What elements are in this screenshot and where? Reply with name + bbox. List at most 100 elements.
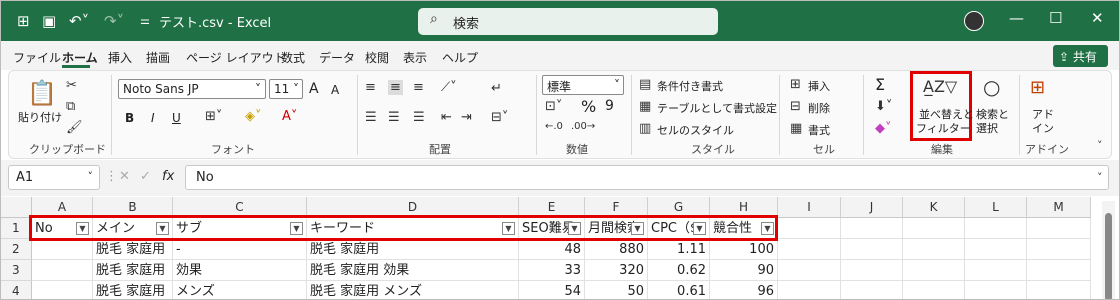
table-cell[interactable]: メンズ	[173, 281, 307, 299]
cell-styles-button[interactable]: セルのスタイル	[657, 122, 734, 138]
cut-icon[interactable]: ✂	[66, 78, 77, 93]
insert-cells-button[interactable]: 挿入	[808, 78, 830, 94]
align-right-icon[interactable]: ☰	[413, 110, 425, 125]
row-header[interactable]: 4	[1, 281, 32, 299]
table-cell[interactable]	[841, 260, 903, 281]
formula-input[interactable]: No	[185, 165, 1109, 190]
tab-insert[interactable]: 挿入	[108, 49, 132, 66]
paste-icon[interactable]: 📋	[27, 79, 57, 107]
increase-indent-icon[interactable]: ⇥	[461, 110, 472, 125]
align-top-icon[interactable]: ≡	[365, 80, 376, 95]
search-box[interactable]: ⌕ 検索	[418, 8, 718, 35]
table-cell[interactable]	[778, 260, 841, 281]
tab-view[interactable]: 表示	[403, 49, 427, 66]
merge-center-icon[interactable]: ⊟˅	[491, 110, 508, 125]
expand-formula-icon[interactable]: ˅	[1097, 171, 1103, 184]
close-button[interactable]: ✕	[1091, 9, 1104, 27]
table-cell[interactable]	[965, 260, 1027, 281]
table-cell[interactable]: 脱毛 家庭用	[93, 281, 173, 299]
paste-button[interactable]: 貼り付け	[18, 109, 62, 125]
undo-icon[interactable]: ↶˅	[69, 11, 89, 31]
row-header[interactable]: 2	[1, 239, 32, 260]
table-cell[interactable]: 880	[585, 239, 648, 260]
table-cell[interactable]	[32, 281, 93, 299]
table-cell[interactable]: 脱毛 家庭用 メンズ	[307, 281, 519, 299]
column-header[interactable]: I	[778, 197, 841, 218]
table-cell[interactable]: 100	[710, 239, 778, 260]
border-icon[interactable]: ⊞˅	[205, 109, 222, 124]
table-cell[interactable]	[965, 239, 1027, 260]
table-cell[interactable]	[965, 281, 1027, 299]
share-button[interactable]: ⇪ 共有	[1053, 45, 1108, 67]
tab-help[interactable]: ヘルプ	[442, 49, 478, 66]
table-header-cell[interactable]	[903, 218, 965, 239]
table-header-cell[interactable]	[965, 218, 1027, 239]
table-cell[interactable]	[32, 260, 93, 281]
grow-font-button[interactable]: A	[309, 81, 319, 97]
column-header[interactable]: L	[965, 197, 1027, 218]
vertical-scrollbar-thumb[interactable]	[1105, 213, 1112, 299]
find-select-label-line2[interactable]: 選択	[976, 120, 998, 136]
copy-icon[interactable]: ⧉	[66, 99, 75, 114]
cancel-icon[interactable]: ✕	[119, 169, 130, 184]
clear-icon[interactable]: ◆˅	[875, 121, 892, 136]
align-left-icon[interactable]: ☰	[365, 110, 377, 125]
tab-data[interactable]: データ	[319, 49, 355, 66]
table-cell[interactable]	[841, 239, 903, 260]
table-cell[interactable]: 48	[519, 239, 585, 260]
align-center-icon[interactable]: ☰	[388, 110, 400, 125]
save-icon[interactable]: ▣	[42, 11, 56, 31]
fill-color-icon[interactable]: ◈˅	[245, 109, 262, 124]
quick-access-customize-icon[interactable]: ⚌	[140, 11, 150, 31]
align-bottom-icon[interactable]: ≡	[413, 80, 424, 95]
font-size-select[interactable]: 11 ˅	[269, 79, 303, 99]
font-name-select[interactable]: Noto Sans JP ˅	[118, 79, 266, 99]
italic-button[interactable]: I	[151, 111, 155, 125]
tab-draw[interactable]: 描画	[146, 49, 170, 66]
table-cell[interactable]	[841, 281, 903, 299]
row-header[interactable]: 3	[1, 260, 32, 281]
table-cell[interactable]	[903, 281, 965, 299]
decrease-decimal-icon[interactable]: .00→	[571, 121, 595, 132]
orientation-icon[interactable]: ⟋˅	[441, 80, 457, 95]
table-cell[interactable]: 0.62	[648, 260, 710, 281]
increase-decimal-icon[interactable]: ←.0	[545, 121, 563, 132]
table-header-cell[interactable]	[841, 218, 903, 239]
name-box[interactable]: A1 ˅	[8, 165, 100, 190]
table-cell[interactable]	[1027, 260, 1091, 281]
tab-page-layout[interactable]: ページ レイアウト	[186, 49, 286, 66]
table-cell[interactable]: 脱毛 家庭用	[93, 239, 173, 260]
table-cell[interactable]: 320	[585, 260, 648, 281]
font-color-icon[interactable]: A˅	[282, 109, 297, 124]
wrap-text-icon[interactable]: ↵	[491, 81, 502, 96]
table-cell[interactable]: 脱毛 家庭用	[93, 260, 173, 281]
tab-review[interactable]: 校閲	[365, 49, 389, 66]
tab-home[interactable]: ホーム	[62, 49, 98, 66]
row-header[interactable]: 1	[1, 218, 32, 239]
maximize-button[interactable]: ☐	[1049, 9, 1062, 27]
avatar[interactable]	[964, 11, 984, 31]
table-cell[interactable]: 効果	[173, 260, 307, 281]
minimize-button[interactable]: —	[1009, 9, 1024, 27]
table-cell[interactable]: 1.11	[648, 239, 710, 260]
autosum-button[interactable]: Σ	[875, 75, 885, 94]
number-format-select[interactable]: 標準 ˅	[542, 75, 624, 95]
select-all-corner[interactable]	[1, 197, 32, 218]
tab-file[interactable]: ファイル	[13, 49, 61, 66]
column-header[interactable]: K	[903, 197, 965, 218]
table-cell[interactable]: 54	[519, 281, 585, 299]
insert-function-button[interactable]: fx	[162, 169, 174, 184]
table-cell[interactable]: 0.61	[648, 281, 710, 299]
table-cell[interactable]	[903, 239, 965, 260]
sort-filter-label-line2[interactable]: フィルター	[916, 120, 971, 136]
table-cell[interactable]	[903, 260, 965, 281]
addins-label-line2[interactable]: イン	[1032, 120, 1054, 136]
format-cells-button[interactable]: 書式	[808, 122, 830, 138]
table-cell[interactable]: 脱毛 家庭用	[307, 239, 519, 260]
tab-formulas[interactable]: 数式	[281, 49, 305, 66]
column-header[interactable]: J	[841, 197, 903, 218]
decrease-indent-icon[interactable]: ⇤	[441, 110, 452, 125]
table-cell[interactable]	[1027, 281, 1091, 299]
table-cell[interactable]	[778, 281, 841, 299]
table-cell[interactable]: -	[173, 239, 307, 260]
